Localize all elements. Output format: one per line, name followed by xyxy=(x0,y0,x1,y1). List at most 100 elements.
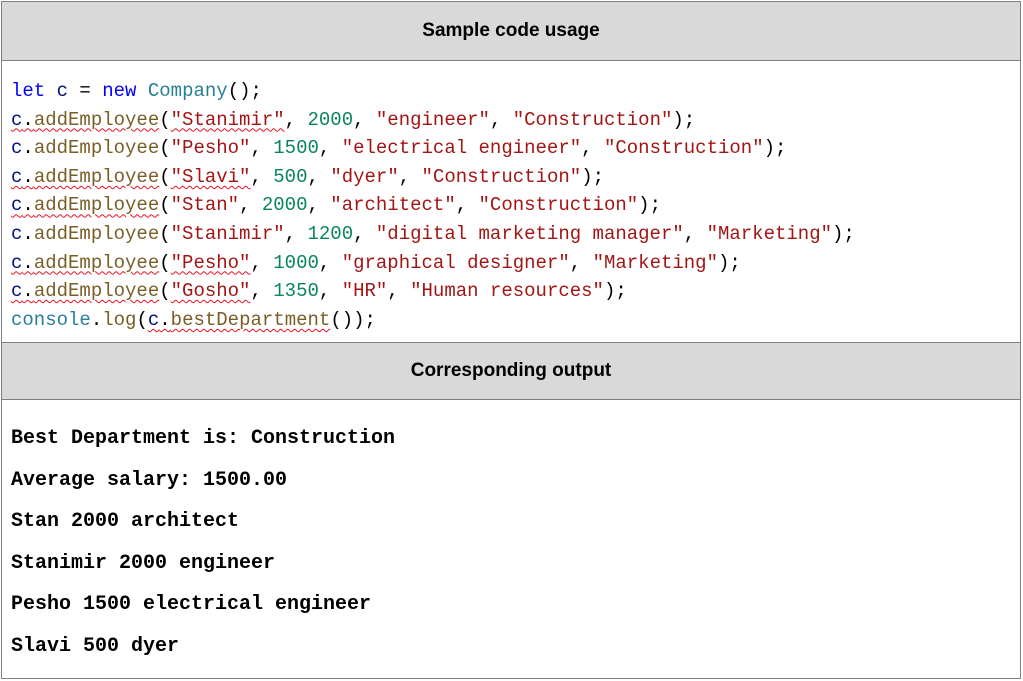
code-token: "Stanimir" xyxy=(170,108,285,131)
code-token: . xyxy=(90,308,103,331)
code-token: . xyxy=(22,108,34,131)
code-token: "digital marketing manager" xyxy=(375,222,684,245)
code-line: c.addEmployee("Gosho", 1350, "HR", "Huma… xyxy=(11,277,1020,306)
code-token: "Stanimir" xyxy=(170,222,285,245)
code-token: . xyxy=(22,194,34,217)
output-line: Pesho 1500 electrical engineer xyxy=(11,593,372,616)
code-token: c xyxy=(147,308,160,331)
code-token: ); xyxy=(672,108,696,131)
output-line: Stanimir 2000 engineer xyxy=(11,551,276,575)
code-token: ( xyxy=(159,251,171,274)
output-section-header: Corresponding output xyxy=(2,342,1020,400)
output-section-title: Corresponding output xyxy=(410,360,612,381)
code-token: ( xyxy=(159,280,171,303)
code-token: ( xyxy=(136,308,148,331)
code-token: = xyxy=(68,80,103,102)
code-token: ); xyxy=(638,194,661,217)
code-token: "Construction" xyxy=(421,165,582,188)
code-token: "electrical engineer" xyxy=(341,137,582,160)
code-token: addEmployee xyxy=(33,108,160,131)
output-line: Best Department is: Construction xyxy=(11,427,396,450)
code-token: c xyxy=(11,280,23,303)
code-token: "dyer" xyxy=(330,165,399,188)
code-token: Company xyxy=(147,80,228,102)
code-token: ( xyxy=(159,108,171,131)
code-token: , xyxy=(569,251,593,274)
code-token: , xyxy=(318,251,342,274)
output-line: Average salary: 1500.00 xyxy=(11,468,288,492)
code-token: , xyxy=(284,108,308,131)
example-table: Sample code usage let c = new Company();… xyxy=(1,1,1021,679)
code-token: . xyxy=(159,308,171,331)
code-token: c xyxy=(56,80,69,102)
code-token: addEmployee xyxy=(33,165,160,188)
code-token: , xyxy=(284,222,308,245)
code-line: c.addEmployee("Slavi", 500, "dyer", "Con… xyxy=(11,163,1020,192)
code-token: c xyxy=(11,251,23,274)
code-token: ( xyxy=(159,165,171,188)
code-token: c xyxy=(11,222,23,245)
code-line: console.log(c.bestDepartment()); xyxy=(11,306,1020,335)
code-line: let c = new Company(); xyxy=(11,77,1020,106)
code-token: "Slavi" xyxy=(170,165,251,188)
code-token: "Pesho" xyxy=(170,137,251,160)
code-token: addEmployee xyxy=(33,194,160,217)
code-token: . xyxy=(22,280,34,303)
code-token: "Pesho" xyxy=(170,251,251,274)
code-token: c xyxy=(11,137,23,160)
code-line: c.addEmployee("Stanimir", 2000, "enginee… xyxy=(11,106,1020,135)
code-token: bestDepartment xyxy=(170,308,331,331)
code-token: ); xyxy=(603,280,627,303)
code-token: 1500 xyxy=(273,137,319,160)
code-token: , xyxy=(581,137,604,160)
code-token: , xyxy=(239,194,262,217)
code-token: ); xyxy=(832,222,855,245)
code-token: 2000 xyxy=(261,194,308,217)
code-token: ()); xyxy=(330,308,376,331)
code-token: , xyxy=(683,222,707,245)
code-token: ); xyxy=(581,165,604,188)
code-token: addEmployee xyxy=(33,251,160,274)
code-token: c xyxy=(11,194,23,217)
code-token: addEmployee xyxy=(33,222,160,245)
code-token: ( xyxy=(159,137,171,160)
code-token: new xyxy=(102,80,137,102)
code-token: , xyxy=(398,165,422,188)
code-token: , xyxy=(307,194,331,217)
code-line: c.addEmployee("Pesho", 1500, "electrical… xyxy=(11,134,1020,163)
code-token: . xyxy=(22,251,34,274)
code-token: "Construction" xyxy=(603,137,764,160)
code-token: "graphical designer" xyxy=(341,251,570,274)
code-token: ); xyxy=(763,137,787,160)
code-token: "Marketing" xyxy=(592,251,718,274)
code-token: 1200 xyxy=(307,222,354,245)
code-token: , xyxy=(387,280,411,303)
code-token: (); xyxy=(227,80,262,102)
code-token: 1000 xyxy=(273,251,319,274)
output-block: Best Department is: Construction Average … xyxy=(2,400,1020,678)
code-token: ( xyxy=(159,194,171,217)
code-line: c.addEmployee("Pesho", 1000, "graphical … xyxy=(11,249,1020,278)
code-line: c.addEmployee("Stanimir", 1200, "digital… xyxy=(11,220,1020,249)
code-token: . xyxy=(22,165,34,188)
code-token: addEmployee xyxy=(33,137,160,160)
code-token: , xyxy=(307,165,331,188)
code-token: 1350 xyxy=(273,280,319,303)
code-token: "HR" xyxy=(341,280,388,303)
code-token: 2000 xyxy=(307,108,354,131)
code-token: c xyxy=(11,108,23,131)
code-section-title: Sample code usage xyxy=(422,20,600,41)
code-line: c.addEmployee("Stan", 2000, "architect",… xyxy=(11,191,1020,220)
code-token: , xyxy=(250,280,274,303)
code-token: ); xyxy=(717,251,741,274)
code-section-header: Sample code usage xyxy=(2,2,1020,61)
code-token: , xyxy=(250,137,274,160)
code-token: "architect" xyxy=(330,194,456,217)
output-line: Slavi 500 dyer xyxy=(11,634,180,658)
code-token: , xyxy=(489,108,513,131)
code-token: "Construction" xyxy=(512,108,673,131)
code-token: ( xyxy=(159,222,171,245)
code-token: let xyxy=(11,80,46,102)
code-block: let c = new Company(); c.addEmployee("Sta… xyxy=(2,61,1020,342)
